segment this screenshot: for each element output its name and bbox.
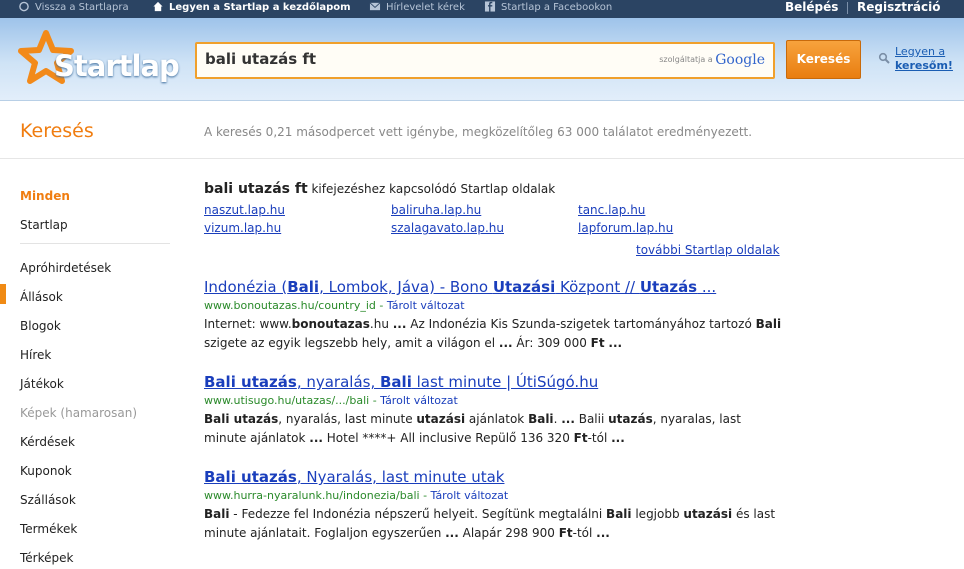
search-input[interactable] (205, 47, 645, 71)
sidebar-item-blogok[interactable]: Blogok (20, 319, 61, 333)
search-result: Bali utazás, Nyaralás, last minute utak … (204, 468, 804, 543)
result-snippet: Internet: www.bonoutazas.hu ... Az Indon… (204, 317, 782, 350)
home-icon (153, 1, 163, 12)
register-link[interactable]: Regisztráció (857, 0, 940, 18)
related-link[interactable]: lapforum.lap.hu (578, 221, 673, 235)
logo-text: Startlap (54, 49, 180, 83)
sidebar-item-hirek[interactable]: Hírek (20, 348, 51, 362)
search-result: Indonézia (Bali, Lombok, Jáva) - Bono Ut… (204, 278, 804, 353)
make-search-engine-line1: Legyen a (895, 45, 946, 58)
category-sidebar: Minden Startlap Apróhirdetések Állások B… (0, 160, 170, 569)
related-link[interactable]: szalagavato.lap.hu (391, 221, 504, 235)
search-result: Bali utazás, nyaralás, Bali last minute … (204, 373, 804, 448)
cached-version-link[interactable]: Tárolt változat (387, 299, 465, 312)
related-pages-heading: bali utazás ft kifejezéshez kapcsolódó S… (204, 181, 555, 197)
make-search-engine-line2: keresőm! (895, 59, 953, 72)
make-homepage-link[interactable]: Legyen a Startlap a kezdőlapom (152, 0, 351, 18)
sidebar-item-allasok[interactable]: Állások (20, 290, 63, 304)
cached-version-link[interactable]: Tárolt változat (431, 489, 509, 502)
page-title: Keresés (20, 120, 94, 142)
header: Startlap szolgáltatja a Google Keresés L… (0, 18, 964, 101)
related-query: bali utazás ft (204, 181, 308, 197)
result-title-link[interactable]: Bali utazás, Nyaralás, last minute utak (204, 468, 804, 487)
back-to-startlap-link[interactable]: Vissza a Startlapra (18, 0, 129, 18)
cached-version-link[interactable]: Tárolt változat (380, 394, 458, 407)
related-link[interactable]: vizum.lap.hu (204, 221, 281, 235)
powered-prefix: szolgáltatja a (659, 55, 713, 64)
related-link[interactable]: naszut.lap.hu (204, 203, 285, 217)
facebook-icon (484, 1, 496, 12)
search-button[interactable]: Keresés (786, 40, 861, 79)
sidebar-item-aprohirdetesek[interactable]: Apróhirdetések (20, 261, 111, 275)
result-url: www.utisugo.hu/utazas/.../bali - Tárolt … (204, 394, 458, 407)
sidebar-item-kerdesek[interactable]: Kérdések (20, 435, 75, 449)
result-url-text: www.utisugo.hu/utazas/.../bali (204, 394, 370, 407)
startlap-logo[interactable]: Startlap (16, 30, 180, 94)
result-stats: A keresés 0,21 másodpercet vett igénybe,… (204, 125, 753, 139)
newsletter-label: Hírlevelet kérek (386, 2, 465, 13)
result-url-text: www.bonoutazas.hu/country_id (204, 299, 376, 312)
newsletter-link[interactable]: Hírlevelet kérek (369, 0, 465, 18)
result-url: www.bonoutazas.hu/country_id - Tárolt vá… (204, 299, 465, 312)
result-snippet: Bali - Fedezze fel Indonézia népszerű he… (204, 507, 776, 540)
sidebar-item-kepek: Képek (hamarosan) (20, 406, 138, 420)
title-row: Keresés A keresés 0,21 másodpercet vett … (0, 101, 964, 159)
sidebar-item-terkepek[interactable]: Térképek (20, 551, 73, 565)
sidebar-item-termekek[interactable]: Termékek (20, 522, 77, 536)
results-area: bali utazás ft kifejezéshez kapcsolódó S… (204, 160, 964, 569)
sidebar-item-kuponok[interactable]: Kuponok (20, 464, 72, 478)
sidebar-item-minden[interactable]: Minden (20, 189, 70, 203)
google-logo-text: Google (715, 52, 765, 68)
result-title-link[interactable]: Indonézia (Bali, Lombok, Jáva) - Bono Ut… (204, 278, 804, 297)
search-box: szolgáltatja a Google (195, 42, 775, 79)
result-title-link[interactable]: Bali utazás, nyaralás, Bali last minute … (204, 373, 804, 392)
result-url-text: www.hurra-nyaralunk.hu/indonezia/bali (204, 489, 420, 502)
result-snippet: Bali utazás, nyaralás, last minute utazá… (204, 412, 741, 445)
powered-by-google: szolgáltatja a Google (659, 52, 765, 68)
back-link-label: Vissza a Startlapra (35, 2, 129, 13)
related-suffix: kifejezéshez kapcsolódó Startlap oldalak (311, 182, 556, 196)
related-link[interactable]: tanc.lap.hu (578, 203, 645, 217)
sidebar-item-startlap[interactable]: Startlap (20, 218, 68, 232)
make-homepage-label: Legyen a Startlap a kezdőlapom (169, 2, 351, 13)
sidebar-item-jatekok[interactable]: Játékok (20, 377, 64, 391)
sidebar-item-szallasok[interactable]: Szállások (20, 493, 76, 507)
sidebar-tab-marker (0, 284, 6, 304)
facebook-label: Startlap a Facebookon (501, 2, 613, 13)
startlap-star-icon (19, 1, 29, 12)
related-link[interactable]: baliruha.lap.hu (391, 203, 481, 217)
facebook-link[interactable]: Startlap a Facebookon (484, 0, 612, 18)
more-startlap-pages-link[interactable]: további Startlap oldalak (636, 243, 780, 257)
login-link[interactable]: Belépés (785, 0, 838, 18)
search-icon (878, 52, 890, 64)
envelope-icon (369, 2, 381, 11)
top-bar: Vissza a Startlapra Legyen a Startlap a … (0, 0, 964, 18)
topbar-separator (847, 2, 848, 14)
sidebar-divider (20, 243, 170, 244)
result-url: www.hurra-nyaralunk.hu/indonezia/bali - … (204, 489, 509, 502)
